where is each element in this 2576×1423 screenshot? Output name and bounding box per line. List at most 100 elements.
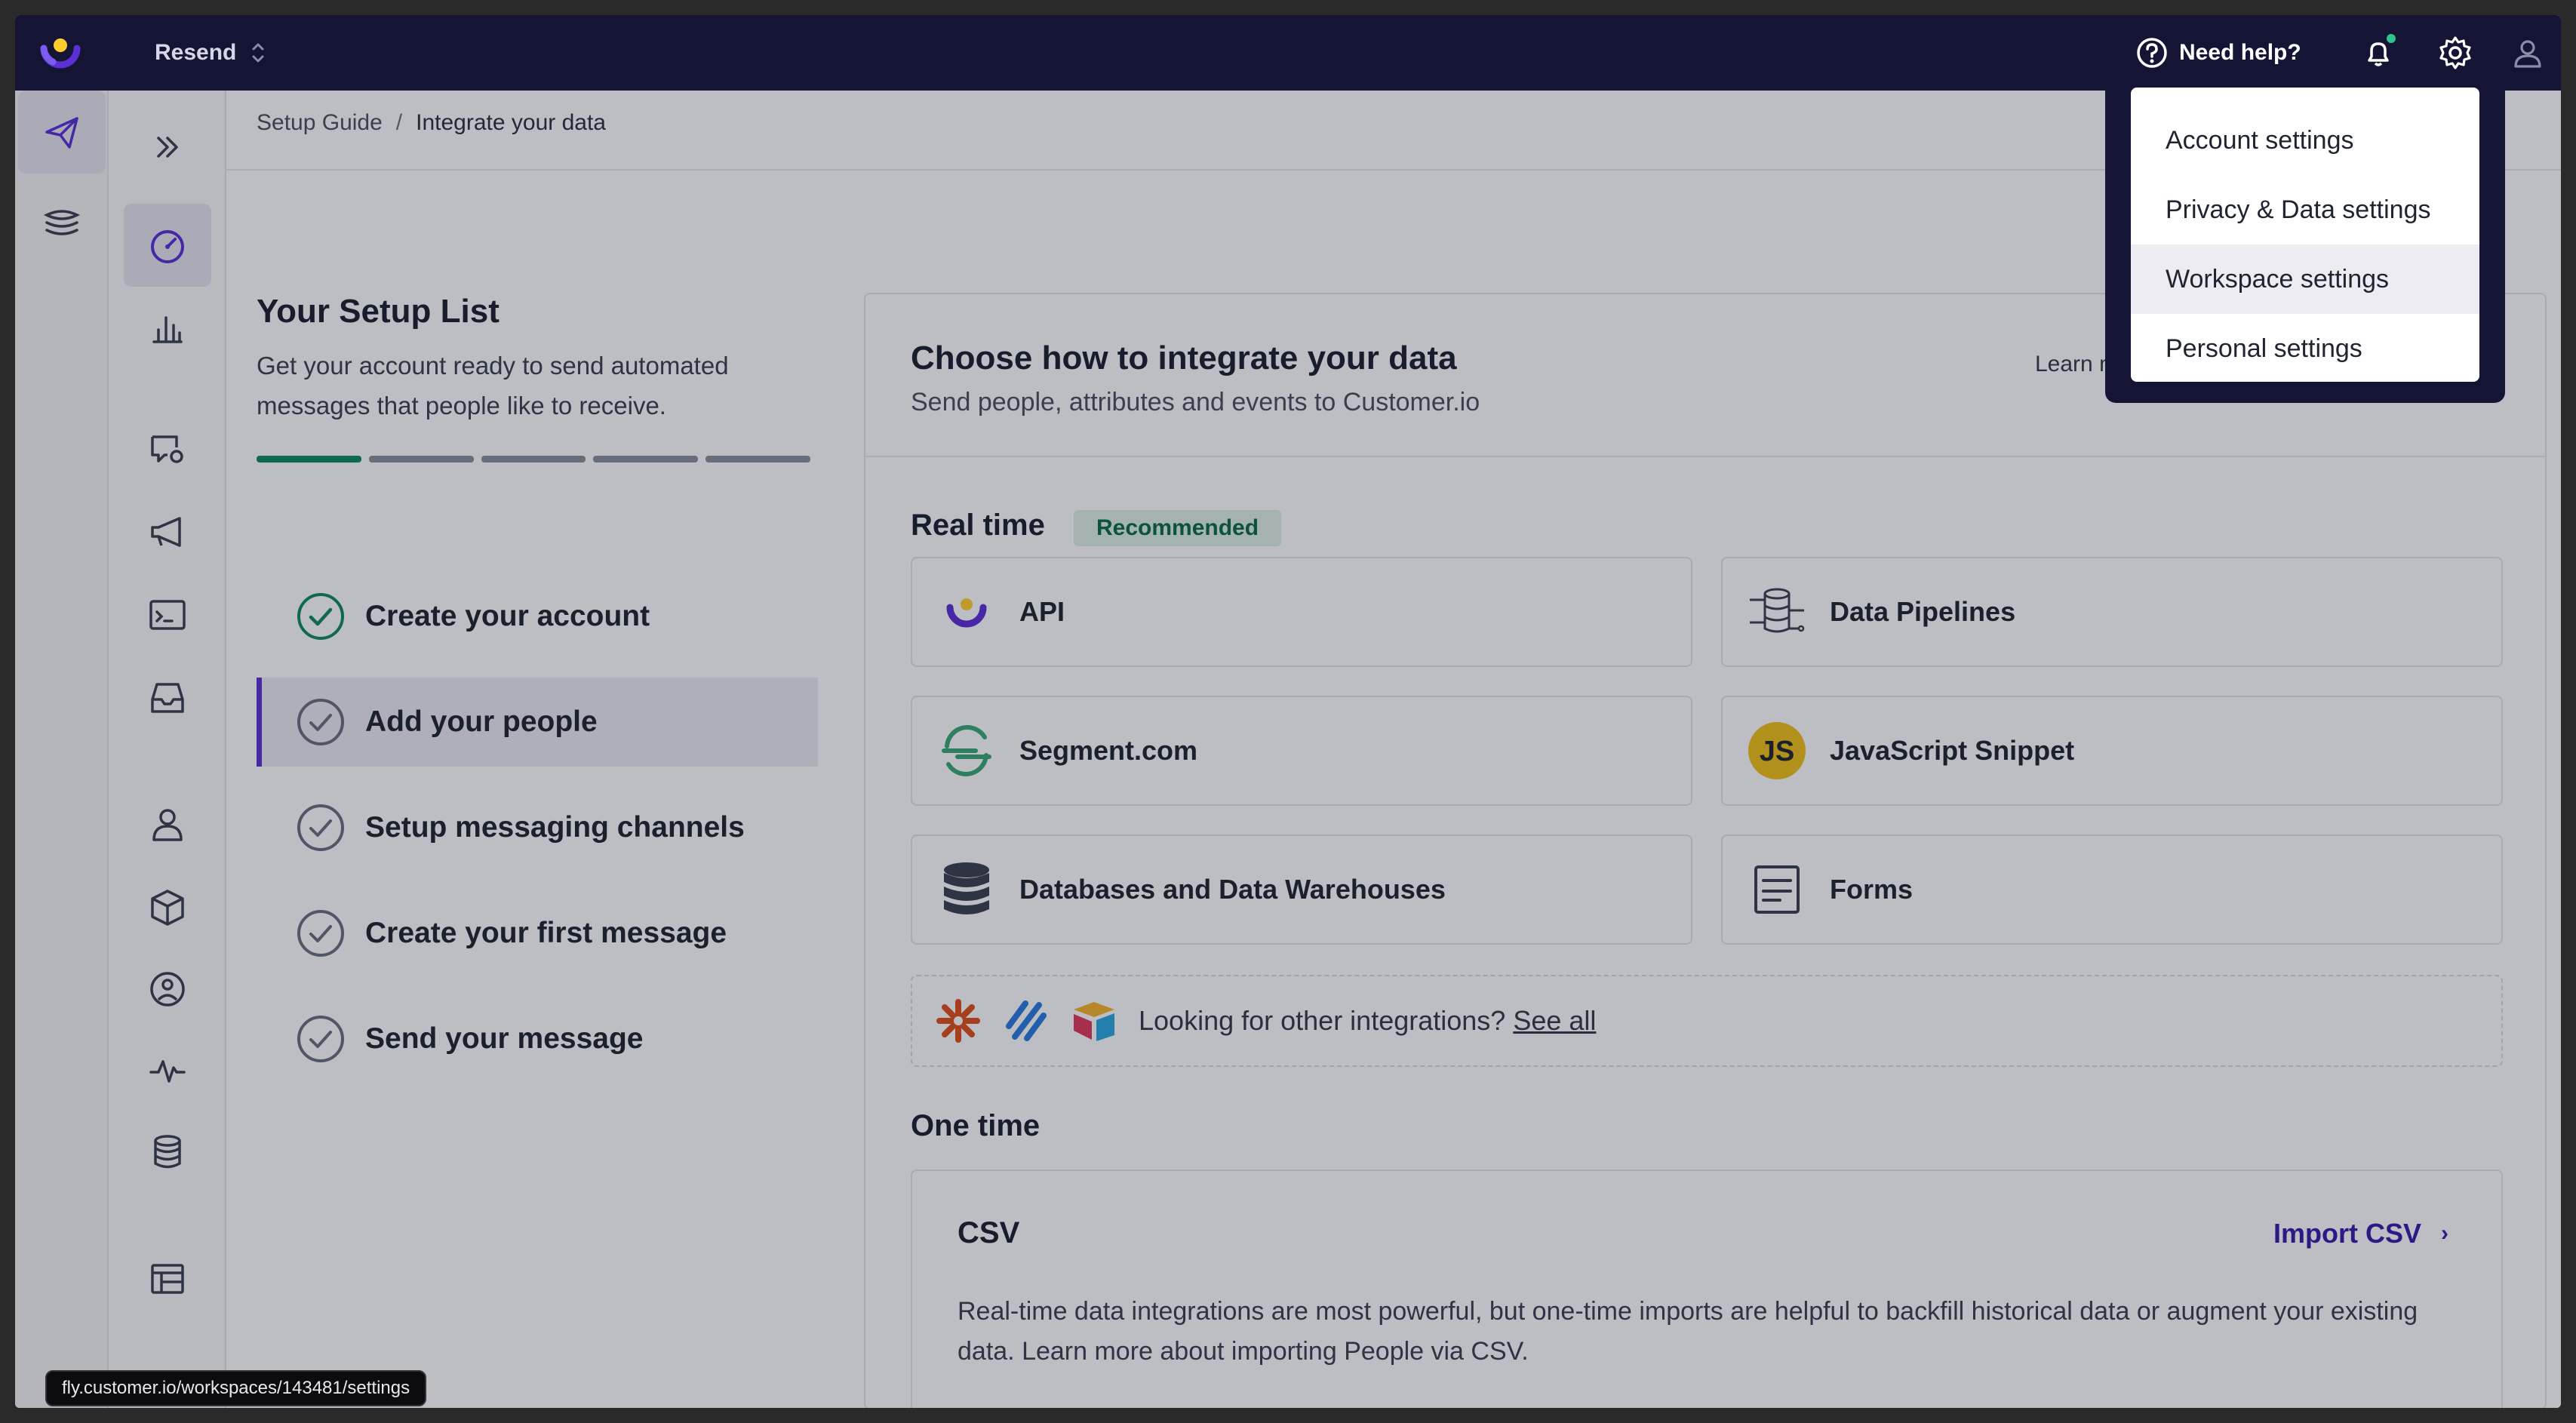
nav-item-transactional[interactable]	[124, 573, 211, 656]
nav-item-inbox[interactable]	[124, 656, 211, 739]
option-data-pipelines[interactable]: Data Pipelines	[1721, 557, 2503, 667]
data-pipelines-icon	[1745, 580, 1809, 644]
message-settings-icon	[151, 435, 183, 463]
setup-list-title: Your Setup List	[257, 293, 500, 330]
csv-title: CSV	[958, 1216, 1020, 1249]
status-url-tooltip: fly.customer.io/workspaces/143481/settin…	[45, 1370, 427, 1406]
chevron-right-icon: ›	[2441, 1221, 2448, 1246]
bar-chart-icon	[152, 316, 183, 343]
import-csv-label: Import CSV	[2273, 1218, 2421, 1249]
nav-item-activity[interactable]	[124, 1029, 211, 1112]
panel-title: Choose how to integrate your data	[911, 340, 1457, 376]
breadcrumb-separator: /	[395, 110, 403, 135]
customerio-logo-icon	[935, 580, 998, 644]
step-send-message[interactable]: Send your message	[257, 994, 818, 1083]
svg-text:JS: JS	[1760, 736, 1794, 767]
nav-item-dashboard[interactable]	[124, 204, 211, 287]
pulse-icon	[149, 1060, 186, 1083]
option-label: Segment.com	[1019, 735, 1198, 766]
nav-item-data-index[interactable]	[124, 1111, 211, 1194]
segment-logo-icon	[935, 719, 998, 782]
need-help-label: Need help?	[2179, 40, 2301, 65]
option-label: Forms	[1830, 874, 1914, 905]
gauge-icon	[151, 230, 184, 263]
nav-item-content[interactable]	[124, 1237, 211, 1320]
progress-segment	[481, 456, 586, 463]
check-circle-icon	[297, 593, 344, 640]
breadcrumb-current: Integrate your data	[416, 110, 606, 135]
option-forms[interactable]: Forms	[1721, 834, 2503, 945]
customerio-logo-icon[interactable]	[36, 32, 85, 74]
product-rail	[15, 91, 109, 1408]
others-text: Looking for other integrations?	[1139, 1005, 1506, 1036]
nav-item-people[interactable]	[124, 783, 211, 866]
nav-item-broadcasts[interactable]	[124, 490, 211, 573]
airtable-logo-icon	[1074, 1002, 1114, 1041]
setup-list-description: Get your account ready to send automated…	[257, 352, 729, 420]
step-label: Create your account	[365, 600, 650, 632]
rail-item-journeys[interactable]	[18, 91, 106, 174]
check-circle-icon	[297, 910, 344, 957]
inbox-icon	[151, 683, 184, 713]
onetime-label: One time	[911, 1109, 1041, 1142]
layers-icon	[44, 210, 80, 235]
progress-segment	[705, 456, 810, 463]
csv-card: CSV Import CSV › Real-time data integrat…	[911, 1169, 2503, 1408]
setup-progress-bar	[257, 456, 810, 463]
check-circle-icon	[297, 699, 344, 745]
see-all-link[interactable]: See all	[1513, 1005, 1596, 1037]
option-api[interactable]: API	[911, 557, 1692, 667]
option-databases[interactable]: Databases and Data Warehouses	[911, 834, 1692, 945]
other-integrations-row: Looking for other integrations? See all	[911, 975, 2503, 1067]
breadcrumb: Setup Guide / Integrate your data	[257, 110, 606, 136]
need-help-button[interactable]: Need help?	[2135, 36, 2301, 69]
panel-subtitle: Send people, attributes and events to Cu…	[911, 388, 1480, 416]
megaphone-icon	[151, 517, 181, 547]
recommended-badge: Recommended	[1074, 510, 1282, 546]
cube-icon	[151, 890, 184, 926]
workspace-switcher[interactable]: Resend	[155, 38, 236, 68]
check-circle-icon	[297, 1016, 344, 1062]
check-circle-icon	[297, 804, 344, 851]
step-first-message[interactable]: Create your first message	[257, 889, 818, 978]
notification-dot	[2384, 32, 2398, 45]
layout-icon	[151, 1264, 184, 1294]
person-circle-icon	[150, 972, 185, 1007]
nav-item-segments[interactable]	[124, 948, 211, 1031]
database-icon	[935, 858, 998, 921]
gear-icon[interactable]	[2437, 35, 2473, 71]
paper-plane-icon	[45, 117, 78, 149]
user-icon[interactable]	[2511, 36, 2544, 69]
step-create-account[interactable]: Create your account	[257, 572, 818, 661]
step-add-people[interactable]: Add your people	[257, 678, 818, 767]
integrate-panel: Choose how to integrate your data Send p…	[864, 293, 2547, 1408]
expand-nav-button[interactable]	[124, 106, 211, 189]
menu-item-privacy-settings[interactable]: Privacy & Data settings	[2131, 175, 2479, 244]
nav-item-campaigns[interactable]	[124, 407, 211, 490]
import-csv-button[interactable]: Import CSV ›	[2273, 1218, 2448, 1249]
option-label: API	[1019, 596, 1065, 627]
divider	[865, 456, 2545, 457]
step-label: Add your people	[365, 705, 598, 738]
option-label: Data Pipelines	[1830, 596, 2016, 627]
app-window: Resend Setup Guide / Integrate your data…	[15, 15, 2561, 1408]
nav-item-analytics[interactable]	[124, 287, 211, 370]
menu-item-account-settings[interactable]: Account settings	[2131, 106, 2479, 175]
settings-menu: Account settings Privacy & Data settings…	[2131, 88, 2479, 382]
rail-item-data-pipelines[interactable]	[18, 181, 106, 264]
make-logo-icon	[1006, 1000, 1047, 1041]
option-segment[interactable]: Segment.com	[911, 696, 1692, 806]
step-label: Create your first message	[365, 917, 727, 949]
nav-rail	[109, 91, 226, 1408]
progress-segment	[257, 456, 361, 463]
step-messaging-channels[interactable]: Setup messaging channels	[257, 783, 818, 872]
breadcrumb-setup-guide[interactable]: Setup Guide	[257, 110, 383, 135]
chevron-updown-icon[interactable]	[249, 39, 267, 66]
menu-item-workspace-settings[interactable]: Workspace settings	[2131, 244, 2479, 314]
progress-segment	[593, 456, 699, 463]
option-javascript-snippet[interactable]: JS JavaScript Snippet	[1721, 696, 2503, 806]
nav-item-objects[interactable]	[124, 866, 211, 949]
person-icon	[152, 809, 183, 841]
forms-icon	[1745, 858, 1809, 921]
menu-item-personal-settings[interactable]: Personal settings	[2131, 314, 2479, 383]
